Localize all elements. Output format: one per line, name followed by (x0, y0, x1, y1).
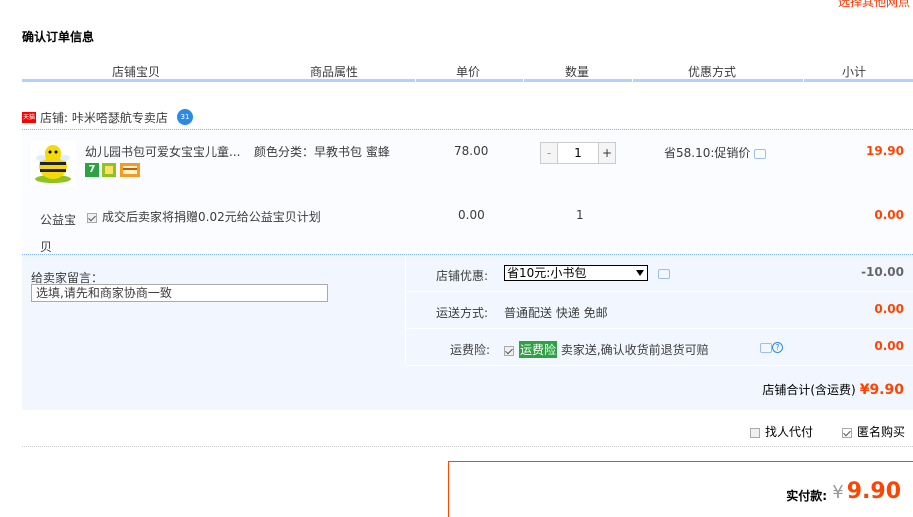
col-header-quantity: 数量 (565, 65, 590, 79)
store-total-label: 店铺合计(含运费) (762, 383, 856, 397)
anonymous-checkbox[interactable] (842, 427, 852, 438)
charity-text: 成交后卖家将捐赠0.02元给公益宝贝计划 (102, 210, 321, 224)
order-item: 幼儿园书包可爱女宝宝儿童... 颜色分类：早教书包 蜜蜂 7 78.00 - 1… (22, 130, 913, 254)
product-title-link[interactable]: 幼儿园书包可爱女宝宝儿童... (85, 143, 240, 160)
guarantee-icon[interactable] (102, 163, 116, 177)
quantity-stepper: - 1 + (540, 142, 617, 164)
item-subtotal: 19.90 (866, 144, 904, 158)
store-discount-amount: -10.00 (861, 265, 904, 279)
col-header-subtotal: 小计 (842, 65, 867, 79)
quantity-input[interactable]: 1 (558, 142, 598, 164)
charity-quantity: 1 (576, 208, 584, 222)
payment-value: 9.90 (846, 479, 901, 504)
insurance-info: 运费险 卖家送,确认收货前退货可赔 (504, 341, 709, 358)
chat-bubble-icon[interactable]: 31 (177, 109, 193, 125)
col-header-discount: 优惠方式 (688, 65, 737, 79)
store-discount-label: 店铺优惠: (436, 269, 489, 283)
discount-help-icon[interactable] (658, 269, 670, 279)
chevron-down-icon (636, 270, 644, 276)
anonymous-option[interactable]: 匿名购买 (842, 423, 905, 440)
qty-minus-button[interactable]: - (540, 142, 558, 164)
checkout-options: 找人代付 匿名购买 (22, 417, 913, 447)
payment-label: 实付款: (786, 489, 827, 503)
credit-card-icon[interactable] (120, 163, 140, 177)
store-total-amount: ¥9.90 (859, 382, 904, 398)
payment-summary: 实付款: ¥9.90 (448, 461, 913, 517)
7-day-return-icon[interactable]: 7 (85, 163, 99, 177)
product-thumbnail[interactable] (31, 141, 76, 186)
insurance-help: ? (756, 340, 783, 354)
charity-info: 成交后卖家将捐赠0.02元给公益宝贝计划 (87, 208, 321, 225)
insurance-amount: 0.00 (874, 339, 904, 353)
proxy-pay-checkbox[interactable] (750, 427, 760, 438)
choose-other-outlet-link[interactable]: 选择其他网点 (838, 0, 910, 10)
charity-checkbox (87, 212, 97, 223)
currency-symbol: ¥ (832, 482, 844, 503)
qty-plus-button[interactable]: + (598, 142, 616, 164)
question-mark-icon[interactable]: ? (772, 342, 783, 353)
shipping-amount: 0.00 (874, 302, 904, 316)
order-options-panel: 给卖家留言： 选填,请先和商家协商一致 店铺优惠: 省10元:小书包 -10.0… (22, 254, 913, 410)
discount-text: 省58.10:促销价 (664, 146, 751, 160)
shipping-value: 普通配送 快递 免邮 (504, 306, 608, 320)
insurance-row: 运费险: 运费险 卖家送,确认收货前退货可赔 ? 0.00 (406, 329, 913, 366)
discount-detail-icon[interactable] (754, 148, 767, 159)
discount-info: 省58.10:促销价 (664, 144, 767, 161)
shipping-row: 运送方式: 普通配送 快递 免邮 0.00 (406, 292, 913, 329)
section-title: 确认订单信息 (22, 30, 95, 44)
payment-amount: ¥9.90 (832, 479, 901, 504)
insurance-detail-icon[interactable] (760, 342, 772, 353)
anonymous-label: 匿名购买 (857, 425, 906, 439)
charity-price: 0.00 (458, 208, 485, 222)
col-header-price: 单价 (456, 65, 481, 79)
charity-subtotal: 0.00 (874, 208, 904, 222)
store-total: 店铺合计(含运费) ¥9.90 (762, 381, 904, 398)
tmall-badge-icon: 天猫 (22, 112, 36, 123)
store-row: 天猫 店铺: 咔米嗒瑟航专卖店 31 (22, 108, 913, 130)
store-discount-value: 省10元:小书包 (507, 266, 587, 280)
col-header-attributes: 商品属性 (310, 65, 359, 79)
store-discount-select[interactable]: 省10元:小书包 (504, 265, 648, 281)
charity-label: 公益宝贝 (40, 213, 77, 254)
unit-price: 78.00 (454, 144, 489, 158)
insurance-label: 运费险: (450, 343, 491, 357)
proxy-pay-option[interactable]: 找人代付 (750, 423, 813, 440)
product-attributes: 颜色分类：早教书包 蜜蜂 (254, 145, 390, 159)
col-header-item: 店铺宝贝 (112, 65, 161, 79)
insurance-tag: 运费险 (519, 341, 558, 358)
proxy-pay-label: 找人代付 (765, 425, 814, 439)
shipping-label: 运送方式: (436, 306, 489, 320)
memo-input[interactable]: 选填,请先和商家协商一致 (31, 284, 328, 302)
insurance-value: 卖家送,确认收货前退货可赔 (560, 343, 709, 357)
store-discount-row: 店铺优惠: 省10元:小书包 -10.00 (406, 255, 913, 292)
store-name[interactable]: 店铺: 咔米嗒瑟航专卖店 (40, 109, 168, 126)
insurance-checkbox (504, 345, 514, 356)
table-header: 店铺宝贝 商品属性 单价 数量 优惠方式 小计 (22, 60, 913, 82)
